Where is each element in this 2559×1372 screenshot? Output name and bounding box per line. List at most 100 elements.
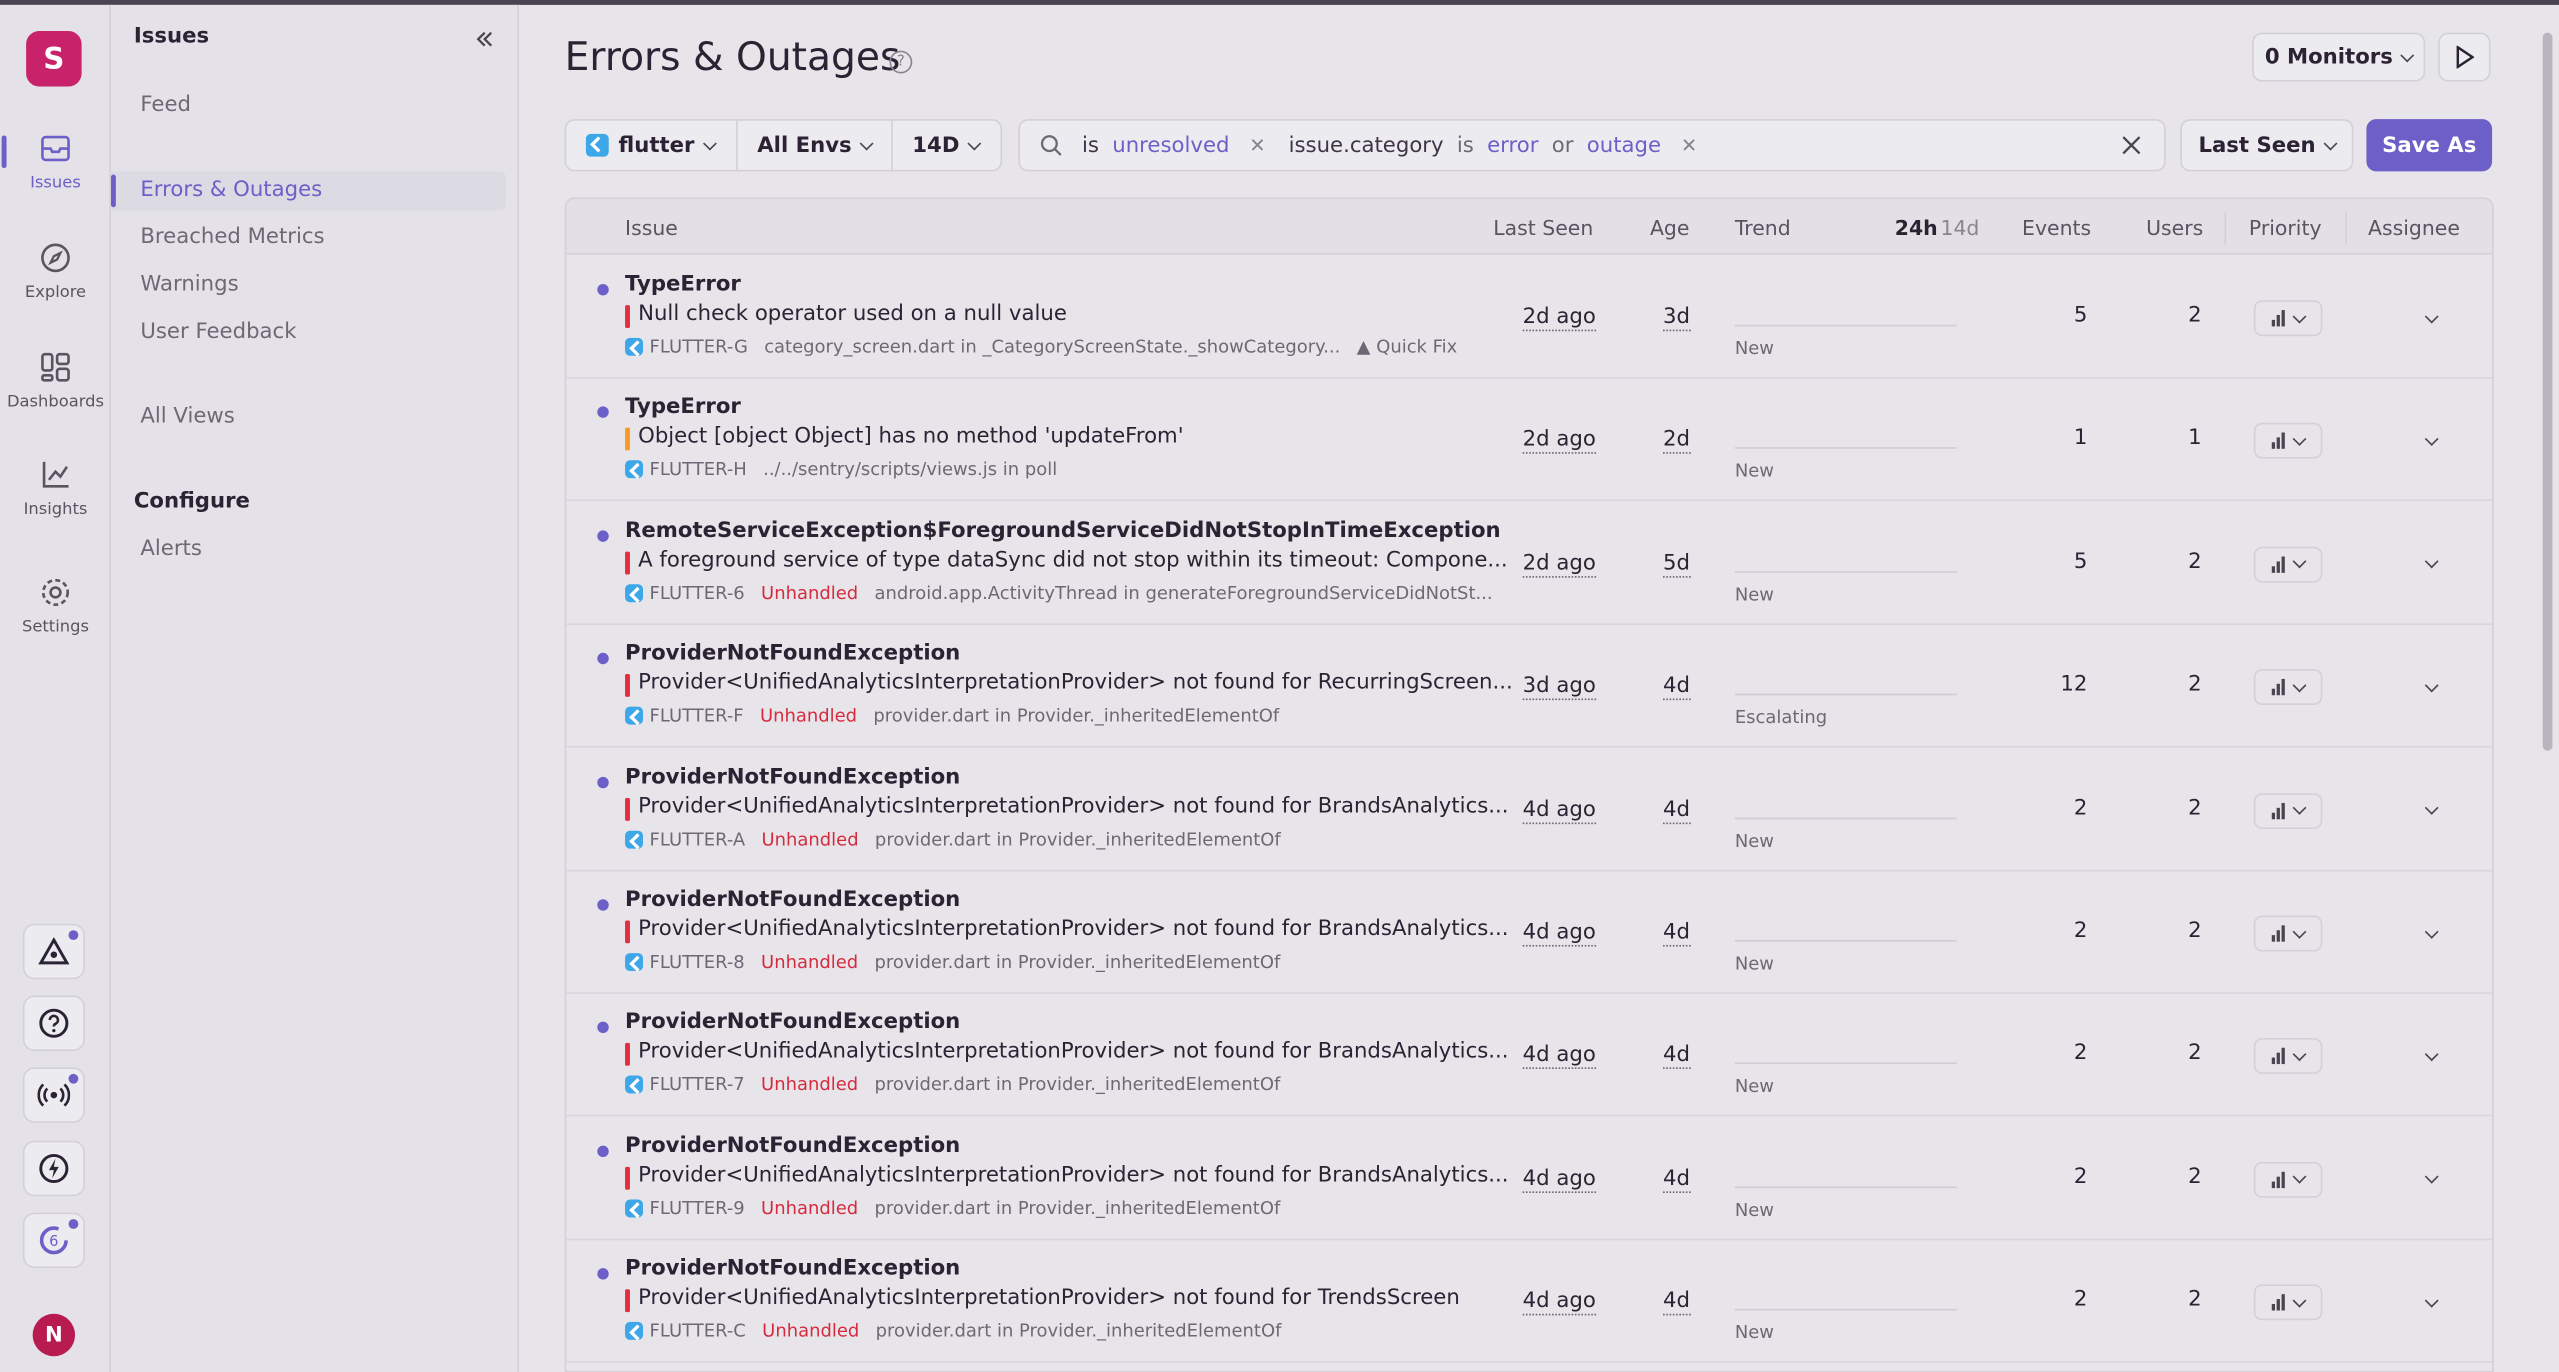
notification-dot (68, 1219, 79, 1229)
broadcasts-button[interactable] (22, 1067, 85, 1123)
priority-selector[interactable] (2253, 669, 2323, 706)
page-scrollbar[interactable] (2542, 32, 2553, 751)
table-row[interactable]: TypeError Null check operator used on a n… (566, 256, 2493, 379)
environment-selector[interactable]: All Envs (738, 120, 893, 170)
remove-token-icon[interactable]: ✕ (1681, 133, 1697, 156)
col-last-seen[interactable]: Last Seen (1493, 215, 1593, 239)
priority-selector[interactable] (2253, 915, 2323, 952)
assignee-selector[interactable] (2381, 423, 2446, 459)
remove-token-icon[interactable]: ✕ (1249, 133, 1265, 156)
priority-selector[interactable] (2253, 423, 2323, 460)
help-icon[interactable]: ? (889, 50, 913, 74)
short-id: FLUTTER-F (625, 705, 744, 727)
org-avatar[interactable]: S (26, 31, 82, 87)
table-row[interactable]: ProviderNotFoundException Provider<Unifie… (566, 995, 2493, 1117)
onboarding-button[interactable] (22, 923, 85, 980)
table-row[interactable]: ProviderNotFoundException Provider<Unifie… (566, 625, 2493, 748)
assignee-selector[interactable] (2381, 546, 2446, 582)
table-row[interactable]: ProviderNotFoundException Provider<Unifie… (566, 1241, 2493, 1364)
sort-selector[interactable]: Last Seen (2180, 119, 2354, 172)
period-24h[interactable]: 24h (1895, 215, 1938, 239)
clear-search-icon[interactable] (2122, 135, 2142, 155)
chevron-down-icon (859, 135, 874, 150)
priority-selector[interactable] (2253, 1284, 2323, 1321)
issue-title[interactable]: ProviderNotFoundException (625, 888, 960, 912)
nav-item-warnings[interactable]: Warnings (111, 266, 506, 305)
col-events[interactable]: Events (2022, 215, 2091, 239)
date-range-selector[interactable]: 14D (893, 121, 1001, 170)
token-value: outage (1586, 133, 1662, 158)
nav-item-feed[interactable]: Feed (111, 86, 506, 125)
issue-meta: FLUTTER-6 Unhandled android.app.ActivityTh… (625, 582, 1493, 604)
issue-search-bar[interactable]: is unresolved ✕ issue.category is error … (1018, 119, 2166, 172)
period-14d[interactable]: 14d (1940, 215, 1979, 239)
col-assignee[interactable]: Assignee (2368, 215, 2460, 239)
issue-title[interactable]: ProviderNotFoundException (625, 765, 960, 789)
token-value: error (1487, 133, 1539, 158)
flutter-icon (625, 460, 644, 479)
rail-item-settings[interactable]: Settings (0, 576, 111, 667)
table-row[interactable]: RemoteServiceException$ForegroundService… (566, 502, 2493, 625)
nav-item-errors-outages[interactable]: Errors & Outages (110, 171, 506, 211)
issue-title[interactable]: ProviderNotFoundException (625, 1257, 960, 1281)
monitors-button[interactable]: 0 Monitors (2252, 32, 2426, 82)
quick-fix-badge: ▲ Quick Fix (1356, 336, 1458, 358)
priority-selector[interactable] (2253, 1038, 2323, 1075)
chart-icon (42, 461, 69, 488)
rail-item-insights[interactable]: Insights (0, 459, 111, 550)
nav-item-user-feedback[interactable]: User Feedback (111, 313, 506, 352)
trend-sparkline (1734, 940, 1957, 942)
unhandled-badge: Unhandled (759, 705, 858, 727)
assignee-selector[interactable] (2381, 300, 2446, 336)
priority-selector[interactable] (2253, 546, 2323, 583)
issue-title[interactable]: ProviderNotFoundException (625, 1011, 960, 1035)
chevron-down-icon (2323, 135, 2338, 150)
column-divider (2345, 212, 2347, 245)
search-token-category[interactable]: issue.category is error or outage ✕ (1289, 133, 1698, 157)
nav-item-alerts[interactable]: Alerts (111, 530, 506, 569)
assignee-selector[interactable] (2381, 792, 2446, 828)
issue-title[interactable]: TypeError (625, 396, 741, 420)
table-row[interactable]: ProviderNotFoundException Provider<Unifie… (566, 748, 2493, 871)
help-button[interactable] (22, 995, 85, 1052)
token-or: or (1551, 133, 1574, 158)
table-row[interactable]: ProviderNotFoundException Provider<Unifie… (566, 871, 2493, 994)
issue-title[interactable]: ProviderNotFoundException (625, 1134, 960, 1158)
short-id: FLUTTER-G (625, 336, 748, 357)
users-count: 2 (2188, 549, 2202, 575)
assignee-selector[interactable] (2381, 1162, 2446, 1198)
assignee-selector[interactable] (2381, 1039, 2446, 1075)
search-token-status[interactable]: is unresolved ✕ (1082, 133, 1266, 157)
col-users[interactable]: Users (2146, 215, 2203, 239)
short-id: FLUTTER-8 (625, 951, 745, 973)
priority-selector[interactable] (2253, 1161, 2323, 1198)
priority-selector[interactable] (2253, 300, 2323, 337)
play-button[interactable] (2438, 32, 2491, 82)
collapse-sidebar-icon[interactable] (473, 28, 496, 51)
user-avatar[interactable]: N (32, 1313, 76, 1357)
project-selector[interactable]: flutter (566, 120, 738, 170)
rail-item-issues[interactable]: Issues (0, 132, 111, 223)
trend-sparkline (1734, 570, 1957, 573)
short-id-label: FLUTTER-7 (649, 1074, 745, 1096)
table-row[interactable]: ProviderNotFoundException Provider<Unifie… (566, 1118, 2493, 1240)
assignee-selector[interactable] (2381, 916, 2446, 952)
nav-item-all-views[interactable]: All Views (111, 398, 506, 437)
rail-item-explore[interactable]: Explore (0, 242, 111, 333)
rail-item-dashboards[interactable]: Dashboards (0, 351, 111, 442)
nav-item-breached-metrics[interactable]: Breached Metrics (111, 219, 506, 258)
table-row[interactable]: TypeError Object [object Object] has no m… (566, 379, 2493, 502)
issue-title[interactable]: RemoteServiceException$ForegroundService… (625, 519, 1501, 543)
whats-new-button[interactable] (22, 1140, 85, 1197)
flutter-icon (625, 953, 644, 972)
save-as-button[interactable]: Save As (2366, 119, 2493, 172)
assignee-selector[interactable] (2381, 669, 2446, 705)
col-priority[interactable]: Priority (2249, 215, 2322, 239)
issue-title[interactable]: TypeError (625, 273, 741, 297)
priority-selector[interactable] (2253, 792, 2323, 829)
col-age[interactable]: Age (1650, 215, 1689, 239)
quota-button[interactable]: 6 (22, 1212, 85, 1269)
assignee-selector[interactable] (2381, 1285, 2446, 1321)
column-divider (2224, 212, 2227, 245)
issue-title[interactable]: ProviderNotFoundException (625, 642, 960, 666)
